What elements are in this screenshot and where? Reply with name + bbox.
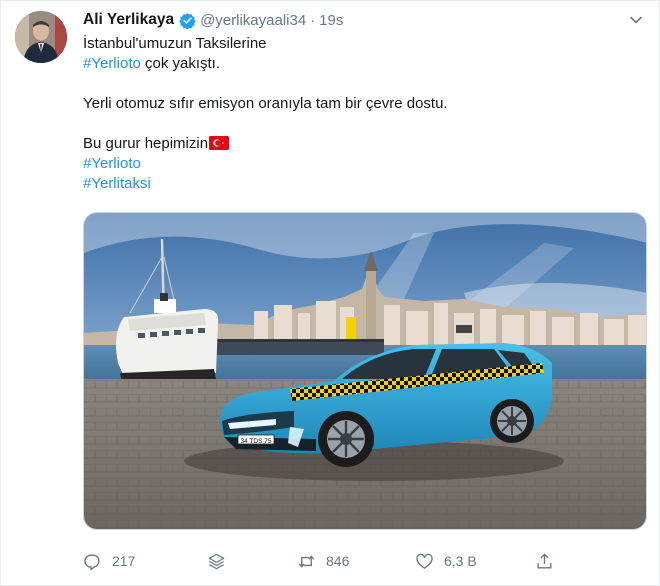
tweet-card[interactable]: Ali Yerlikaya @yerlikayaali34 · 19s İsta… — [0, 0, 660, 586]
author-handle[interactable]: @yerlikayaali34 — [200, 12, 306, 29]
author-name[interactable]: Ali Yerlikaya — [83, 11, 174, 29]
like-count: 6,3 B — [444, 553, 477, 569]
tweet-time[interactable]: 19s — [319, 12, 343, 29]
text-line: #Yerlioto çok yakıştı. — [83, 54, 643, 74]
chevron-down-icon[interactable] — [629, 13, 643, 27]
reply-icon — [84, 553, 100, 570]
tweet-media-image[interactable]: 34 TDS 75 — [83, 212, 647, 530]
text-line: Bu gurur hepimizin — [83, 134, 643, 154]
hashtag-link[interactable]: #Yerlioto — [83, 155, 141, 172]
thread-button[interactable] — [207, 549, 236, 573]
reply-count: 217 — [112, 553, 136, 569]
text-fragment: çok yakıştı. — [140, 55, 221, 72]
hashtag-link[interactable]: #Yerlitaksi — [83, 175, 151, 192]
share-icon — [537, 552, 552, 569]
text-fragment: Bu gurur hepimizin — [83, 135, 209, 152]
separator-dot: · — [310, 11, 316, 29]
turkish-flag-icon — [209, 136, 230, 150]
tweet-header: Ali Yerlikaya @yerlikayaali34 · 19s — [83, 9, 343, 31]
heart-icon — [416, 553, 433, 569]
text-line: #Yerlitaksi — [83, 174, 643, 194]
tweet-text: İstanbul'umuzun Taksilerine #Yerlioto ço… — [83, 34, 643, 194]
retweet-button[interactable]: 846 — [297, 549, 349, 573]
tweet-actions: 217 846 6,3 B — [83, 549, 563, 573]
license-plate: 34 TDS 75 — [241, 438, 272, 445]
layers-icon — [208, 553, 225, 569]
verified-badge-icon — [179, 12, 196, 29]
hashtag-link[interactable]: #Yerlioto — [83, 55, 141, 72]
text-line: Yerli otomuz sıfır emisyon oranıyla tam … — [83, 95, 448, 112]
avatar[interactable] — [15, 11, 67, 63]
reply-button[interactable]: 217 — [83, 549, 135, 573]
share-button[interactable] — [535, 549, 564, 573]
text-line: #Yerlioto — [83, 154, 643, 174]
retweet-icon — [298, 554, 315, 568]
text-line: İstanbul'umuzun Taksilerine — [83, 35, 267, 52]
retweet-count: 846 — [326, 553, 350, 569]
like-button[interactable]: 6,3 B — [415, 549, 477, 573]
